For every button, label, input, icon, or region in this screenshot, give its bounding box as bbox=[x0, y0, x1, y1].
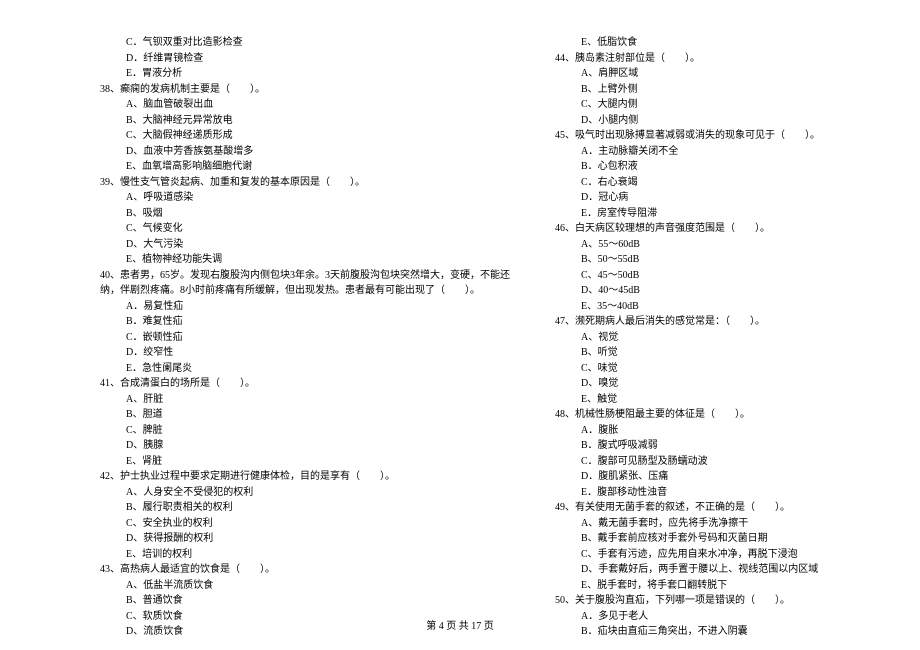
option-line: E、触觉 bbox=[555, 392, 835, 408]
option-line: E．腹部移动性浊音 bbox=[555, 485, 835, 501]
option-line: C、大脑假神经递质形成 bbox=[100, 128, 510, 144]
option-line: C、味觉 bbox=[555, 361, 835, 377]
page-footer: 第 4 页 共 17 页 bbox=[0, 617, 920, 632]
option-line: B、胆道 bbox=[100, 407, 510, 423]
option-line: C、安全执业的权利 bbox=[100, 516, 510, 532]
option-line: E、血氧增高影响脑细胞代谢 bbox=[100, 159, 510, 175]
option-line: A、视觉 bbox=[555, 330, 835, 346]
option-line: B、履行职责相关的权利 bbox=[100, 500, 510, 516]
option-line: D、小腿内侧 bbox=[555, 113, 835, 129]
option-line: A、肩胛区域 bbox=[555, 66, 835, 82]
option-line: E、35～40dB bbox=[555, 299, 835, 315]
option-line: A、脑血管破裂出血 bbox=[100, 97, 510, 113]
option-line: A．易复性疝 bbox=[100, 299, 510, 315]
question-stem: 39、慢性支气管炎起病、加重和复发的基本原因是（ ）。 bbox=[100, 175, 510, 191]
option-line: B、50～55dB bbox=[555, 252, 835, 268]
question-stem: 41、合成清蛋白的场所是（ ）。 bbox=[100, 376, 510, 392]
option-line: D、40～45dB bbox=[555, 283, 835, 299]
option-line: A、55～60dB bbox=[555, 237, 835, 253]
option-line: D、大气污染 bbox=[100, 237, 510, 253]
option-line: E、肾脏 bbox=[100, 454, 510, 470]
question-stem: 46、白天病区较理想的声音强度范围是（ ）。 bbox=[555, 221, 835, 237]
option-line: E、植物神经功能失调 bbox=[100, 252, 510, 268]
option-line: E．房室传导阻滞 bbox=[555, 206, 835, 222]
option-line: A、呼吸道感染 bbox=[100, 190, 510, 206]
question-stem: 40、患者男，65岁。发现右腹股沟内侧包块3年余。3天前腹股沟包块突然增大，变硬… bbox=[100, 268, 510, 284]
question-stem: 49、有关使用无菌手套的叙述，不正确的是（ ）。 bbox=[555, 500, 835, 516]
option-line: B、普通饮食 bbox=[100, 593, 510, 609]
option-line: B．腹式呼吸减弱 bbox=[555, 438, 835, 454]
option-line: D．纤维胃镜检查 bbox=[100, 51, 510, 67]
option-line: C．嵌顿性疝 bbox=[100, 330, 510, 346]
option-line: A、肝脏 bbox=[100, 392, 510, 408]
option-line: B．难复性疝 bbox=[100, 314, 510, 330]
question-stem: 45、吸气时出现脉搏显著减弱或消失的现象可见于（ ）。 bbox=[555, 128, 835, 144]
option-line: E．胃液分析 bbox=[100, 66, 510, 82]
option-line: A、低盐半流质饮食 bbox=[100, 578, 510, 594]
option-line: E．急性阑尾炎 bbox=[100, 361, 510, 377]
option-line: E、脱手套时，将手套口翻转脱下 bbox=[555, 578, 835, 594]
option-line: B．心包积液 bbox=[555, 159, 835, 175]
option-line: C．右心衰竭 bbox=[555, 175, 835, 191]
option-line: C、气候变化 bbox=[100, 221, 510, 237]
option-line: D、血液中芳香族氨基酸增多 bbox=[100, 144, 510, 160]
question-stem: 38、癫痫的发病机制主要是（ ）。 bbox=[100, 82, 510, 98]
option-line: B、戴手套前应核对手套外号码和灭菌日期 bbox=[555, 531, 835, 547]
question-stem: 50、关于腹股沟直疝，下列哪一项是错误的（ ）。 bbox=[555, 593, 835, 609]
option-line: C、脾脏 bbox=[100, 423, 510, 439]
option-line: D．冠心病 bbox=[555, 190, 835, 206]
option-line: D、获得报酬的权利 bbox=[100, 531, 510, 547]
option-line: C、手套有污迹，应先用自来水冲净，再脱下浸泡 bbox=[555, 547, 835, 563]
option-line: D．腹肌紧张、压痛 bbox=[555, 469, 835, 485]
option-line: B、大脑神经元异常放电 bbox=[100, 113, 510, 129]
option-line: C．腹部可见肠型及肠蠕动波 bbox=[555, 454, 835, 470]
option-line: A．主动脉瓣关闭不全 bbox=[555, 144, 835, 160]
question-stem: 48、机械性肠梗阻最主要的体征是（ ）。 bbox=[555, 407, 835, 423]
option-line: D、手套戴好后，两手置于腰以上、视线范围以内区域 bbox=[555, 562, 835, 578]
option-line: C、大腿内侧 bbox=[555, 97, 835, 113]
question-stem: 47、濒死期病人最后消失的感觉常是：（ ）。 bbox=[555, 314, 835, 330]
option-line: D、胰腺 bbox=[100, 438, 510, 454]
option-line: B、吸烟 bbox=[100, 206, 510, 222]
question-stem: 纳，伴剧烈疼痛。8小时前疼痛有所缓解，但出现发热。患者最有可能出现了（ ）。 bbox=[100, 283, 510, 299]
right-column: E、低脂饮食 44、胰岛素注射部位是（ ）。 A、肩胛区域 B、上臂外侧 C、大… bbox=[555, 35, 835, 640]
option-line: B、听觉 bbox=[555, 345, 835, 361]
option-line: C．气钡双重对比造影检查 bbox=[100, 35, 510, 51]
option-line: C、45～50dB bbox=[555, 268, 835, 284]
option-line: D、嗅觉 bbox=[555, 376, 835, 392]
question-stem: 42、护士执业过程中要求定期进行健康体检，目的是享有（ ）。 bbox=[100, 469, 510, 485]
option-line: A、人身安全不受侵犯的权利 bbox=[100, 485, 510, 501]
option-line: A、戴无菌手套时，应先将手洗净擦干 bbox=[555, 516, 835, 532]
left-column: C．气钡双重对比造影检查 D．纤维胃镜检查 E．胃液分析 38、癫痫的发病机制主… bbox=[100, 35, 510, 640]
option-line: E、培训的权利 bbox=[100, 547, 510, 563]
document-body: C．气钡双重对比造影检查 D．纤维胃镜检查 E．胃液分析 38、癫痫的发病机制主… bbox=[100, 35, 835, 640]
question-stem: 43、高热病人最适宜的饮食是（ ）。 bbox=[100, 562, 510, 578]
option-line: A．腹胀 bbox=[555, 423, 835, 439]
question-stem: 44、胰岛素注射部位是（ ）。 bbox=[555, 51, 835, 67]
option-line: E、低脂饮食 bbox=[555, 35, 835, 51]
option-line: D．绞窄性 bbox=[100, 345, 510, 361]
option-line: B、上臂外侧 bbox=[555, 82, 835, 98]
